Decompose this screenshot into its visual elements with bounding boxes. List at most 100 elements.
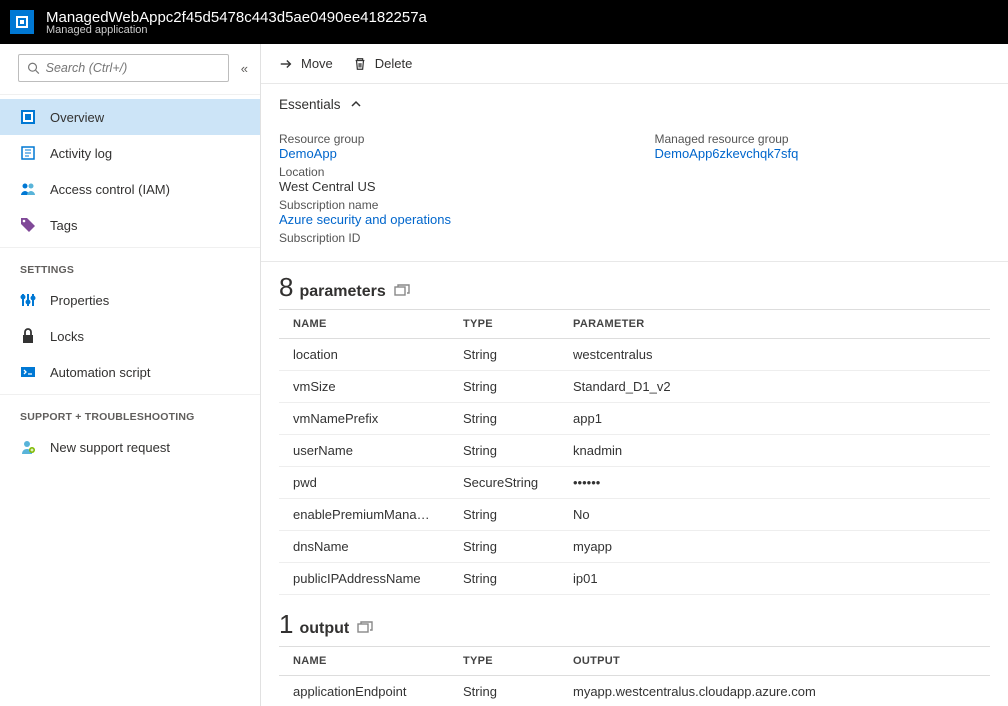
param-header-name[interactable]: NAME (279, 310, 449, 339)
table-row[interactable]: vmSizeStringStandard_D1_v2 (279, 371, 990, 403)
chevron-up-icon (351, 99, 361, 109)
param-type: String (449, 403, 559, 435)
main-content: Move Delete Essentials Resource group De… (261, 44, 1008, 706)
access-control-icon (20, 181, 36, 197)
param-name: publicIPAddressName (279, 563, 449, 595)
sidebar-item-label: New support request (50, 440, 170, 455)
link-icon[interactable] (394, 284, 410, 296)
param-value: app1 (559, 403, 990, 435)
search-input-wrapper[interactable] (18, 54, 229, 82)
sidebar-item-tags[interactable]: Tags (0, 207, 260, 243)
managed-rg-label: Managed resource group (655, 132, 991, 146)
subscription-name-link[interactable]: Azure security and operations (279, 212, 615, 227)
param-name: dnsName (279, 531, 449, 563)
table-row[interactable]: publicIPAddressNameStringip01 (279, 563, 990, 595)
support-heading: SUPPORT + TROUBLESHOOTING (0, 399, 260, 429)
param-name: location (279, 339, 449, 371)
location-label: Location (279, 165, 615, 179)
table-row[interactable]: userNameStringknadmin (279, 435, 990, 467)
param-value: ip01 (559, 563, 990, 595)
search-input[interactable] (46, 61, 220, 75)
table-row[interactable]: locationStringwestcentralus (279, 339, 990, 371)
arrow-right-icon (279, 57, 293, 71)
table-row[interactable]: pwdSecureString•••••• (279, 467, 990, 499)
output-value: myapp.westcentralus.cloudapp.azure.com (559, 676, 990, 706)
trash-icon (353, 57, 367, 71)
param-name: vmSize (279, 371, 449, 403)
output-header-type[interactable]: TYPE (449, 647, 559, 676)
table-row[interactable]: enablePremiumManagem...StringNo (279, 499, 990, 531)
sidebar-item-properties[interactable]: Properties (0, 282, 260, 318)
outputs-word: output (299, 620, 349, 638)
output-header-value[interactable]: OUTPUT (559, 647, 990, 676)
sidebar-item-automation-script[interactable]: Automation script (0, 354, 260, 390)
parameters-count: 8 (279, 272, 293, 303)
resource-group-label: Resource group (279, 132, 615, 146)
param-value: knadmin (559, 435, 990, 467)
activity-log-icon (20, 145, 36, 161)
param-value: No (559, 499, 990, 531)
sidebar-item-label: Properties (50, 293, 109, 308)
sidebar-item-label: Access control (IAM) (50, 182, 170, 197)
move-label: Move (301, 56, 333, 71)
outputs-table: NAME TYPE OUTPUT applicationEndpointStri… (279, 646, 990, 706)
delete-button[interactable]: Delete (353, 56, 413, 71)
properties-icon (20, 292, 36, 308)
resource-title: ManagedWebAppc2f45d5478c443d5ae0490ee418… (46, 9, 427, 26)
param-header-type[interactable]: TYPE (449, 310, 559, 339)
outputs-count: 1 (279, 609, 293, 640)
settings-heading: SETTINGS (0, 252, 260, 282)
sidebar: « Overview Activity log Access control (… (0, 44, 261, 706)
sidebar-item-label: Overview (50, 110, 104, 125)
managed-rg-link[interactable]: DemoApp6zkevchqk7sfq (655, 146, 991, 161)
param-type: String (449, 563, 559, 595)
table-row[interactable]: dnsNameStringmyapp (279, 531, 990, 563)
parameters-table: NAME TYPE PARAMETER locationStringwestce… (279, 309, 990, 595)
param-type: String (449, 339, 559, 371)
sidebar-item-label: Automation script (50, 365, 150, 380)
collapse-sidebar-button[interactable]: « (241, 61, 248, 76)
sidebar-item-locks[interactable]: Locks (0, 318, 260, 354)
table-row[interactable]: applicationEndpointStringmyapp.westcentr… (279, 676, 990, 706)
sidebar-item-label: Tags (50, 218, 77, 233)
param-type: String (449, 499, 559, 531)
output-type: String (449, 676, 559, 706)
tags-icon (20, 217, 36, 233)
outputs-block: 1 output NAME TYPE OUTPUT applicationEnd… (261, 599, 1008, 706)
param-name: enablePremiumManagem... (279, 499, 449, 531)
sidebar-item-activity-log[interactable]: Activity log (0, 135, 260, 171)
param-type: String (449, 371, 559, 403)
toolbar: Move Delete (261, 44, 1008, 84)
essentials-toggle[interactable]: Essentials (261, 84, 1008, 124)
param-type: String (449, 531, 559, 563)
move-button[interactable]: Move (279, 56, 333, 71)
page-header: ManagedWebAppc2f45d5478c443d5ae0490ee418… (0, 0, 1008, 44)
param-value: •••••• (559, 467, 990, 499)
param-name: userName (279, 435, 449, 467)
param-header-value[interactable]: PARAMETER (559, 310, 990, 339)
param-type: SecureString (449, 467, 559, 499)
param-type: String (449, 435, 559, 467)
sidebar-item-access-control[interactable]: Access control (IAM) (0, 171, 260, 207)
sidebar-item-overview[interactable]: Overview (0, 99, 260, 135)
resource-group-link[interactable]: DemoApp (279, 146, 615, 161)
param-name: vmNamePrefix (279, 403, 449, 435)
param-value: Standard_D1_v2 (559, 371, 990, 403)
delete-label: Delete (375, 56, 413, 71)
sidebar-item-label: Locks (50, 329, 84, 344)
automation-script-icon (20, 364, 36, 380)
subscription-name-label: Subscription name (279, 198, 615, 212)
output-header-name[interactable]: NAME (279, 647, 449, 676)
param-value: myapp (559, 531, 990, 563)
link-icon[interactable] (357, 621, 373, 633)
location-value: West Central US (279, 179, 615, 194)
overview-icon (20, 109, 36, 125)
sidebar-item-new-support-request[interactable]: New support request (0, 429, 260, 465)
essentials-heading: Essentials (279, 97, 341, 112)
support-icon (20, 439, 36, 455)
parameters-word: parameters (299, 283, 385, 301)
resource-type-icon (10, 10, 34, 34)
subscription-id-label: Subscription ID (279, 231, 615, 245)
table-row[interactable]: vmNamePrefixStringapp1 (279, 403, 990, 435)
parameters-block: 8 parameters NAME TYPE PARAMETER locatio… (261, 262, 1008, 599)
